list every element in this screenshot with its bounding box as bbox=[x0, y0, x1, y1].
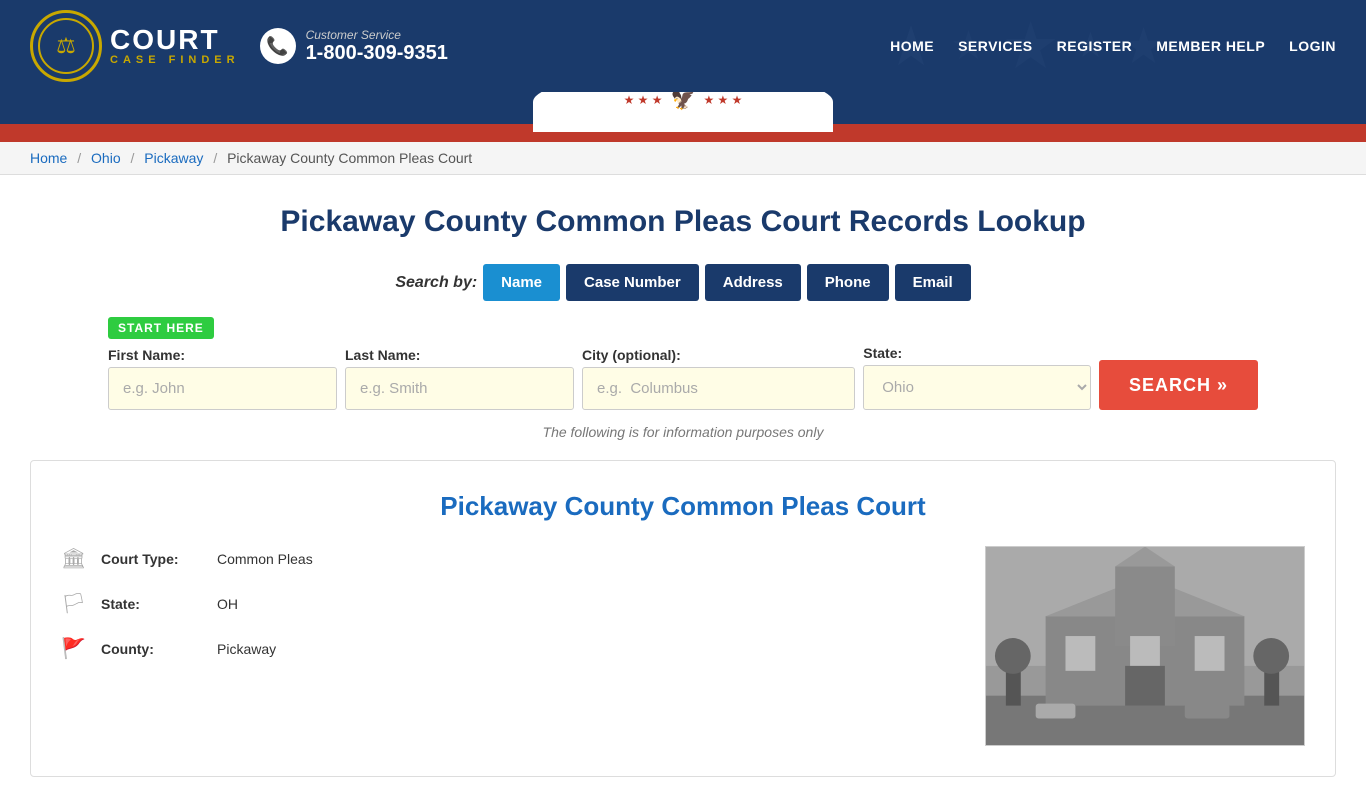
nav-services[interactable]: SERVICES bbox=[958, 38, 1033, 54]
breadcrumb: Home / Ohio / Pickaway / Pickaway County… bbox=[0, 142, 1366, 175]
court-details-table: 🏛 Court Type: Common Pleas 🏳 State: OH 🚩… bbox=[61, 546, 985, 681]
nav-login[interactable]: LOGIN bbox=[1289, 38, 1336, 54]
search-button[interactable]: SEARCH » bbox=[1099, 360, 1258, 410]
site-header: ★ ★ ★ ★ ★ ⚖ COURT CASE FINDER 📞 Customer… bbox=[0, 0, 1366, 92]
logo-circle: ⚖ bbox=[30, 10, 102, 82]
logo-icon: ⚖ bbox=[38, 18, 94, 74]
court-type-icon: 🏛 bbox=[61, 546, 85, 571]
breadcrumb-sep-1: / bbox=[77, 150, 81, 166]
detail-row-county: 🚩 County: Pickaway bbox=[61, 636, 985, 661]
search-form-row: First Name: Last Name: City (optional): … bbox=[108, 345, 1258, 410]
main-content: Pickaway County Common Pleas Court Recor… bbox=[0, 175, 1366, 797]
page-title: Pickaway County Common Pleas Court Recor… bbox=[30, 205, 1336, 239]
ribbon-stars-left: ★ ★ ★ bbox=[624, 93, 663, 107]
last-name-label: Last Name: bbox=[345, 347, 574, 363]
nav-member-help[interactable]: MEMBER HELP bbox=[1156, 38, 1265, 54]
breadcrumb-sep-2: / bbox=[131, 150, 135, 166]
tab-name[interactable]: Name bbox=[483, 264, 560, 301]
breadcrumb-current: Pickaway County Common Pleas Court bbox=[227, 150, 472, 166]
tab-address[interactable]: Address bbox=[705, 264, 801, 301]
phone-text: Customer Service 1-800-309-9351 bbox=[306, 28, 448, 65]
state-detail-label: State: bbox=[101, 596, 201, 612]
phone-number: 1-800-309-9351 bbox=[306, 42, 448, 65]
breadcrumb-ohio[interactable]: Ohio bbox=[91, 150, 121, 166]
nav-home[interactable]: HOME bbox=[890, 38, 934, 54]
last-name-input[interactable] bbox=[345, 367, 574, 410]
state-detail-value: OH bbox=[217, 596, 238, 612]
court-details-row: 🏛 Court Type: Common Pleas 🏳 State: OH 🚩… bbox=[61, 546, 1305, 746]
search-by-label: Search by: bbox=[395, 274, 477, 292]
court-type-value: Common Pleas bbox=[217, 551, 313, 567]
customer-service-label: Customer Service bbox=[306, 28, 448, 42]
site-logo[interactable]: ⚖ COURT CASE FINDER bbox=[30, 10, 240, 82]
ribbon-arch: ★ ★ ★ 🦅 ★ ★ ★ bbox=[533, 92, 833, 132]
city-input[interactable] bbox=[582, 367, 855, 410]
courthouse-svg bbox=[986, 546, 1304, 746]
court-card-title: Pickaway County Common Pleas Court bbox=[61, 491, 1305, 522]
main-nav: HOME SERVICES REGISTER MEMBER HELP LOGIN bbox=[890, 38, 1336, 54]
court-type-label: Court Type: bbox=[101, 551, 201, 567]
detail-row-state: 🏳 State: OH bbox=[61, 591, 985, 616]
nav-register[interactable]: REGISTER bbox=[1057, 38, 1133, 54]
breadcrumb-pickaway[interactable]: Pickaway bbox=[144, 150, 203, 166]
first-name-label: First Name: bbox=[108, 347, 337, 363]
tab-phone[interactable]: Phone bbox=[807, 264, 889, 301]
first-name-input[interactable] bbox=[108, 367, 337, 410]
phone-section: 📞 Customer Service 1-800-309-9351 bbox=[260, 28, 448, 65]
search-form-area: START HERE First Name: Last Name: City (… bbox=[108, 317, 1258, 410]
ribbon-stars-right: ★ ★ ★ bbox=[703, 93, 742, 107]
court-image bbox=[985, 546, 1305, 746]
state-group: State: Ohio bbox=[863, 345, 1091, 410]
logo-court-text: COURT bbox=[110, 26, 240, 54]
ribbon-eagle-area: ★ ★ ★ 🦅 ★ ★ ★ bbox=[624, 92, 743, 112]
state-label: State: bbox=[863, 345, 1091, 361]
court-card: Pickaway County Common Pleas Court 🏛 Cou… bbox=[30, 460, 1336, 777]
county-label: County: bbox=[101, 641, 201, 657]
state-icon: 🏳 bbox=[61, 591, 85, 616]
tab-case-number[interactable]: Case Number bbox=[566, 264, 699, 301]
breadcrumb-home[interactable]: Home bbox=[30, 150, 67, 166]
tab-email[interactable]: Email bbox=[895, 264, 971, 301]
detail-row-court-type: 🏛 Court Type: Common Pleas bbox=[61, 546, 985, 571]
logo-case-finder-text: CASE FINDER bbox=[110, 54, 240, 66]
breadcrumb-sep-3: / bbox=[213, 150, 217, 166]
city-label: City (optional): bbox=[582, 347, 855, 363]
logo-text: COURT CASE FINDER bbox=[110, 26, 240, 66]
phone-icon: 📞 bbox=[260, 28, 296, 64]
search-by-row: Search by: Name Case Number Address Phon… bbox=[30, 264, 1336, 301]
info-note: The following is for information purpose… bbox=[30, 424, 1336, 440]
search-button-text: SEARCH » bbox=[1129, 375, 1228, 396]
state-select[interactable]: Ohio bbox=[863, 365, 1091, 410]
last-name-group: Last Name: bbox=[345, 347, 574, 410]
county-value: Pickaway bbox=[217, 641, 276, 657]
eagle-icon: 🦅 bbox=[671, 92, 696, 112]
header-left: ⚖ COURT CASE FINDER 📞 Customer Service 1… bbox=[30, 10, 448, 82]
start-here-badge: START HERE bbox=[108, 317, 214, 339]
first-name-group: First Name: bbox=[108, 347, 337, 410]
ribbon-decoration: ★ ★ ★ 🦅 ★ ★ ★ bbox=[0, 92, 1366, 142]
county-icon: 🚩 bbox=[61, 636, 85, 661]
city-group: City (optional): bbox=[582, 347, 855, 410]
